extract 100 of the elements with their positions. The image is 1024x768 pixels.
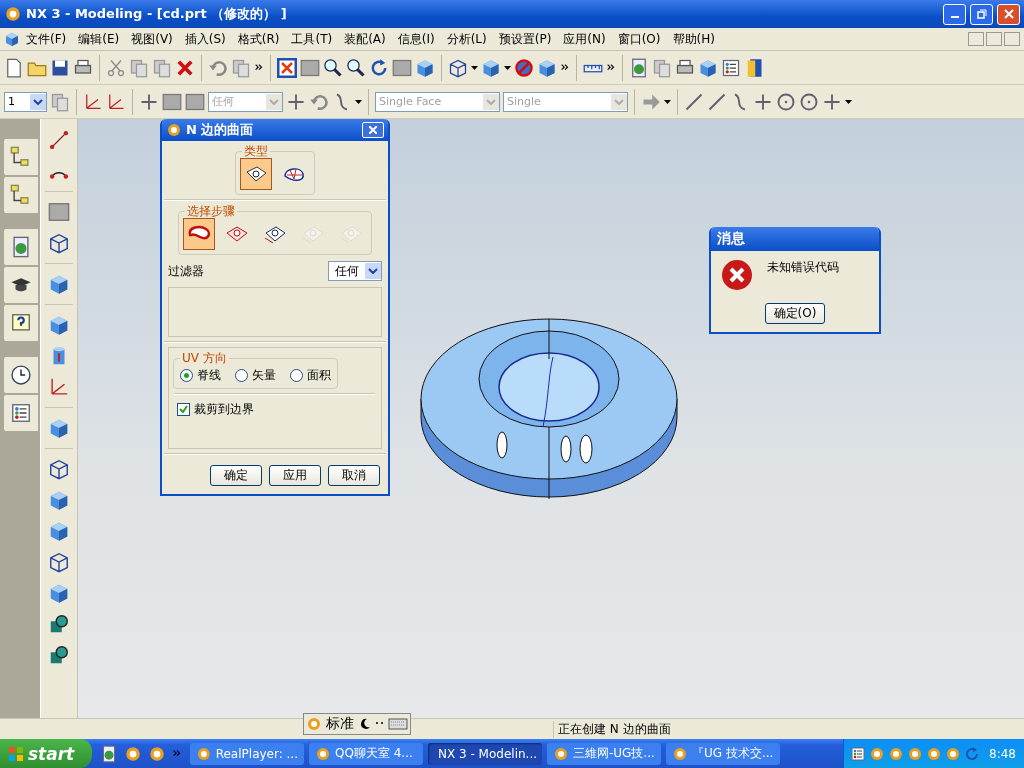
cube-icon[interactable]: [48, 489, 70, 511]
caret-icon[interactable]: [664, 99, 671, 104]
datum-axes-icon[interactable]: [48, 376, 70, 398]
circle-icon[interactable]: [799, 91, 819, 112]
dialog-button[interactable]: 应用: [269, 465, 321, 486]
training-tab[interactable]: [4, 267, 38, 303]
type-option-icon[interactable]: [240, 158, 272, 190]
list-icon: [10, 402, 32, 424]
taskbar-button[interactable]: 三維网-UG技...: [547, 742, 661, 765]
cube-icon[interactable]: [48, 417, 70, 439]
part-navigator-tab[interactable]: [4, 139, 38, 175]
app-logo-icon: [4, 5, 22, 23]
tray-icon[interactable]: [926, 745, 943, 762]
tree-icon: [10, 184, 32, 206]
radio-option[interactable]: 脊线: [180, 367, 221, 384]
menu-item[interactable]: 编辑(E): [72, 28, 126, 50]
zoom-icon[interactable]: [323, 57, 343, 78]
app-icon[interactable]: [124, 744, 142, 763]
web-browser-tab[interactable]: [4, 229, 38, 265]
caret-icon[interactable]: [471, 65, 478, 70]
menu-item[interactable]: 信息(I): [391, 28, 441, 50]
app-icon[interactable]: [148, 744, 166, 763]
frame-icon[interactable]: [300, 57, 320, 78]
menu-item[interactable]: 视图(V): [125, 28, 179, 50]
tray-icon[interactable]: [869, 745, 886, 762]
windows-logo-icon: [8, 745, 24, 762]
taskbar-button[interactable]: RealPlayer: ...: [190, 742, 304, 765]
list-icon[interactable]: [721, 57, 741, 78]
wireframe-cube-icon[interactable]: [448, 57, 468, 78]
message-text: 未知错误代码: [767, 259, 839, 276]
help-icon: [10, 312, 32, 334]
roles-tab[interactable]: [4, 395, 38, 431]
tray-icon[interactable]: [945, 745, 962, 762]
moon-icon[interactable]: [358, 717, 372, 731]
cube-icon[interactable]: [48, 582, 70, 604]
restore-icon: [976, 9, 987, 19]
filter-select[interactable]: 任何: [328, 261, 382, 281]
menu-cube-icon: [4, 31, 20, 47]
tree-icon: [10, 146, 32, 168]
trim-checkbox[interactable]: 裁剪到边界: [173, 399, 377, 442]
line-icon[interactable]: [48, 129, 70, 151]
menu-item[interactable]: 应用(N): [557, 28, 612, 50]
scissors-icon[interactable]: [106, 57, 126, 78]
app-icon: [315, 745, 331, 762]
globe-icon: [10, 236, 32, 258]
tray-icon[interactable]: [888, 745, 905, 762]
fit-icon[interactable]: [277, 57, 297, 78]
menu-item[interactable]: 插入(S): [178, 28, 232, 50]
filter-label: 过滤器: [168, 262, 204, 280]
cube-icon[interactable]: [48, 520, 70, 542]
dialog-button[interactable]: 确定: [210, 465, 262, 486]
prohibited-icon[interactable]: [514, 57, 534, 78]
line-icon[interactable]: [684, 91, 704, 112]
checkmark-icon: [179, 405, 188, 414]
menu-item[interactable]: 装配(A): [338, 28, 392, 50]
taskbar-button[interactable]: NX 3 - Modelin...: [428, 742, 542, 765]
dialog-title: N 边的曲面: [186, 121, 255, 139]
frame-icon[interactable]: [162, 91, 182, 112]
frame-icon[interactable]: [392, 57, 412, 78]
zoom-icon[interactable]: [346, 57, 366, 78]
clock: 8:48: [989, 746, 1016, 761]
caret-icon[interactable]: [504, 65, 511, 70]
menu-item[interactable]: 分析(L): [440, 28, 493, 50]
caret-icon[interactable]: [845, 99, 852, 104]
shapes-icon[interactable]: [48, 644, 70, 666]
taskbar-button[interactable]: QQ聊天室 4...: [309, 742, 423, 765]
new-document-icon[interactable]: [4, 57, 24, 78]
dialog-button[interactable]: 取消: [328, 465, 380, 486]
radio-option[interactable]: 面积: [290, 367, 331, 384]
assembly-navigator-tab[interactable]: [4, 177, 38, 213]
message-title: 消息: [717, 230, 745, 248]
caret-icon[interactable]: [355, 99, 362, 104]
frame-icon[interactable]: [185, 91, 205, 112]
menu-item[interactable]: 帮助(H): [666, 28, 721, 50]
menu-item[interactable]: 文件(F): [20, 28, 73, 50]
window-title: NX 3 - Modeling - [cd.prt （修改的） ]: [26, 5, 288, 23]
menu-item[interactable]: 窗口(O): [611, 28, 667, 50]
menu-item[interactable]: 工具(T): [285, 28, 339, 50]
history-tab[interactable]: [4, 357, 38, 393]
taskbar-button[interactable]: 『UG 技术交...: [666, 742, 780, 765]
ok-button[interactable]: 确定(O): [765, 303, 825, 324]
help-tab[interactable]: [4, 305, 38, 341]
cube-icon[interactable]: [48, 314, 70, 336]
group-label: UV 方向: [180, 351, 229, 365]
menu-item[interactable]: 格式(R): [231, 28, 286, 50]
circle-icon[interactable]: [776, 91, 796, 112]
minimize-icon: [950, 16, 959, 18]
line-icon[interactable]: [707, 91, 727, 112]
app-icon: [196, 745, 212, 762]
app-icon: [553, 745, 569, 762]
group-label: 类型: [242, 144, 270, 158]
status-text: 正在创建 N 边的曲面: [553, 720, 1024, 738]
layer-select[interactable]: 1: [4, 91, 47, 112]
shapes-icon[interactable]: [48, 613, 70, 635]
dialog-logo-icon: [166, 122, 182, 138]
tray-icon[interactable]: [907, 745, 924, 762]
clock-icon: [10, 364, 32, 386]
rotate-icon[interactable]: [369, 57, 389, 78]
radio-option[interactable]: 矢量: [235, 367, 276, 384]
menu-item[interactable]: 预设置(P): [492, 28, 558, 50]
